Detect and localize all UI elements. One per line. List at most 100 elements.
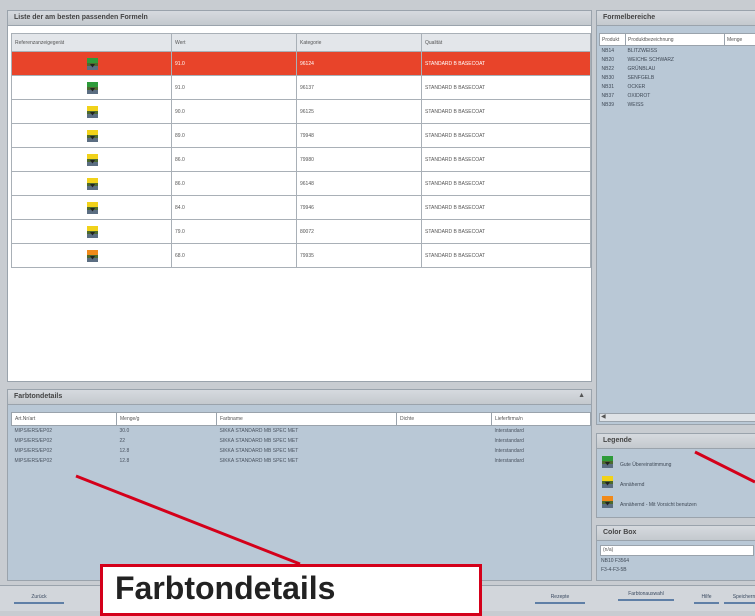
recipes-button[interactable]: Rezepte [535, 592, 585, 604]
legend-panel: Legende Gute ÜbereinstimmungAnnäherndAnn… [596, 433, 755, 518]
stock-cell: 2 [725, 100, 755, 109]
callout-label: Farbtondetails [115, 570, 335, 607]
annotation-callout: Farbtondetails [100, 564, 482, 616]
stock-cell: WEICHE SCHWARZ [626, 55, 725, 64]
match-swatch-icon [602, 496, 613, 508]
category-cell: 79980 [297, 148, 422, 172]
value-cell: 79.0 [172, 220, 297, 244]
detail-cell [397, 426, 492, 437]
formula-row[interactable]: 84.079946STANDARD B BASECOAT [12, 196, 591, 220]
formula-row[interactable]: 91.096137STANDARD B BASECOAT [12, 76, 591, 100]
stock-cell: NB22 [600, 64, 626, 73]
back-button[interactable]: Zurück [14, 592, 64, 604]
formula-row[interactable]: 90.096125STANDARD B BASECOAT [12, 100, 591, 124]
match-swatch-icon [87, 58, 98, 70]
value-cell: 86.0 [172, 172, 297, 196]
quality-cell: STANDARD B BASECOAT [422, 76, 591, 100]
category-cell: 79946 [297, 196, 422, 220]
quality-cell: STANDARD B BASECOAT [422, 244, 591, 268]
match-swatch-icon [87, 106, 98, 118]
match-swatch-icon [87, 178, 98, 190]
detail-row[interactable]: MIPS/ERS/EP0212.8SIKKA STANDARD MB SPEC … [12, 446, 591, 456]
col-header-color-name[interactable]: Farbname [217, 413, 397, 426]
stock-row[interactable]: NB37OXIDROT4 [600, 91, 755, 100]
swatch-cell [12, 100, 172, 124]
value-cell: 68.0 [172, 244, 297, 268]
category-cell: 80072 [297, 220, 422, 244]
formula-row[interactable]: 79.080072STANDARD B BASECOAT [12, 220, 591, 244]
match-swatch-icon [87, 82, 98, 94]
detail-row[interactable]: MIPS/ERS/EP0222SIKKA STANDARD MB SPEC ME… [12, 436, 591, 446]
detail-row[interactable]: MIPS/ERS/EP0212.8SIKKA STANDARD MB SPEC … [12, 456, 591, 466]
color-box-input[interactable]: (n/a) [600, 545, 754, 556]
col-header-supplier[interactable]: Lieferfirma/n [492, 413, 591, 426]
quality-cell: STANDARD B BASECOAT [422, 196, 591, 220]
col-header-quantity[interactable]: Menge [725, 34, 755, 46]
detail-cell: MIPS/ERS/EP02 [12, 446, 117, 456]
detail-cell: SIKKA STANDARD MB SPEC MET [217, 456, 397, 466]
formula-row[interactable]: 86.096148STANDARD B BASECOAT [12, 172, 591, 196]
stock-cell: NB31 [600, 82, 626, 91]
stock-row[interactable]: NB20WEICHE SCHWARZ15 [600, 55, 755, 64]
legend-label: Annähernd - Mit Vorsicht benutzen [620, 502, 697, 508]
quality-cell: STANDARD B BASECOAT [422, 100, 591, 124]
category-cell: 79948 [297, 124, 422, 148]
formula-list-title: Liste der am besten passenden Formeln [8, 11, 591, 26]
stock-cell: SENFGELB [626, 73, 725, 82]
detail-cell: SIKKA STANDARD MB SPEC MET [217, 436, 397, 446]
col-header-value[interactable]: Wert [172, 34, 297, 52]
color-box-line: F3-4-F3-5B [601, 567, 627, 573]
col-header-reference[interactable]: Referenzanzeigegerät [12, 34, 172, 52]
stock-row[interactable]: NB22GRÜNBLAU9 [600, 64, 755, 73]
stock-cell: OXIDROT [626, 91, 725, 100]
value-cell: 91.0 [172, 76, 297, 100]
color-box-line: NB10 F3564 [601, 558, 629, 564]
col-header-article[interactable]: Art.Nr/art [12, 413, 117, 426]
formula-row[interactable]: 86.079980STANDARD B BASECOAT [12, 148, 591, 172]
quality-cell: STANDARD B BASECOAT [422, 148, 591, 172]
detail-cell: SIKKA STANDARD MB SPEC MET [217, 426, 397, 437]
horizontal-scrollbar[interactable]: ◀ [599, 413, 755, 422]
match-swatch-icon [87, 154, 98, 166]
detail-cell: MIPS/ERS/EP02 [12, 456, 117, 466]
category-cell: 96148 [297, 172, 422, 196]
match-swatch-icon [87, 226, 98, 238]
scroll-left-icon[interactable]: ◀ [601, 414, 606, 421]
col-header-quality[interactable]: Qualität [422, 34, 591, 52]
value-cell: 90.0 [172, 100, 297, 124]
quality-cell: STANDARD B BASECOAT [422, 220, 591, 244]
color-box-title: Color Box [597, 526, 755, 541]
formula-row[interactable]: 91.096124STANDARD B BASECOAT [12, 52, 591, 76]
stock-cell: NB39 [600, 100, 626, 109]
col-header-category[interactable]: Kategorie [297, 34, 422, 52]
swatch-cell [12, 244, 172, 268]
formula-list-panel: Liste der am besten passenden Formeln Re… [7, 10, 592, 382]
help-button[interactable]: Hilfe [694, 592, 719, 604]
match-swatch-icon [602, 476, 613, 488]
detail-row[interactable]: MIPS/ERS/EP0230.0SIKKA STANDARD MB SPEC … [12, 426, 591, 437]
stock-row[interactable]: NB14BLITZWEISS44 [600, 46, 755, 56]
match-swatch-icon [87, 130, 98, 142]
col-header-product[interactable]: Produkt [600, 34, 626, 46]
color-details-panel: Farbtondetails ▲ Art.Nr/art Menge/g Farb… [7, 389, 592, 581]
shade-select-button[interactable]: Farbtonauswahl [618, 589, 674, 601]
col-header-product-name[interactable]: Produktbezeichnung [626, 34, 725, 46]
formula-row[interactable]: 68.079935STANDARD B BASECOAT [12, 244, 591, 268]
swatch-cell [12, 196, 172, 220]
stock-row[interactable]: NB31OCKER4 [600, 82, 755, 91]
stock-cell: 9 [725, 64, 755, 73]
stock-row[interactable]: NB39WEISS2 [600, 100, 755, 109]
formula-row[interactable]: 89.079948STANDARD B BASECOAT [12, 124, 591, 148]
stock-cell: NB37 [600, 91, 626, 100]
value-cell: 89.0 [172, 124, 297, 148]
col-header-amount[interactable]: Menge/g [117, 413, 217, 426]
collapse-icon[interactable]: ▲ [578, 392, 585, 399]
stock-cell: WEISS [626, 100, 725, 109]
quality-cell: STANDARD B BASECOAT [422, 124, 591, 148]
stock-cell: 15 [725, 55, 755, 64]
col-header-density[interactable]: Dichte [397, 413, 492, 426]
save-button[interactable]: Speichern [724, 592, 755, 604]
stock-row[interactable]: NB30SENFGELB6 [600, 73, 755, 82]
detail-cell: Interstandard [492, 446, 591, 456]
swatch-cell [12, 220, 172, 244]
